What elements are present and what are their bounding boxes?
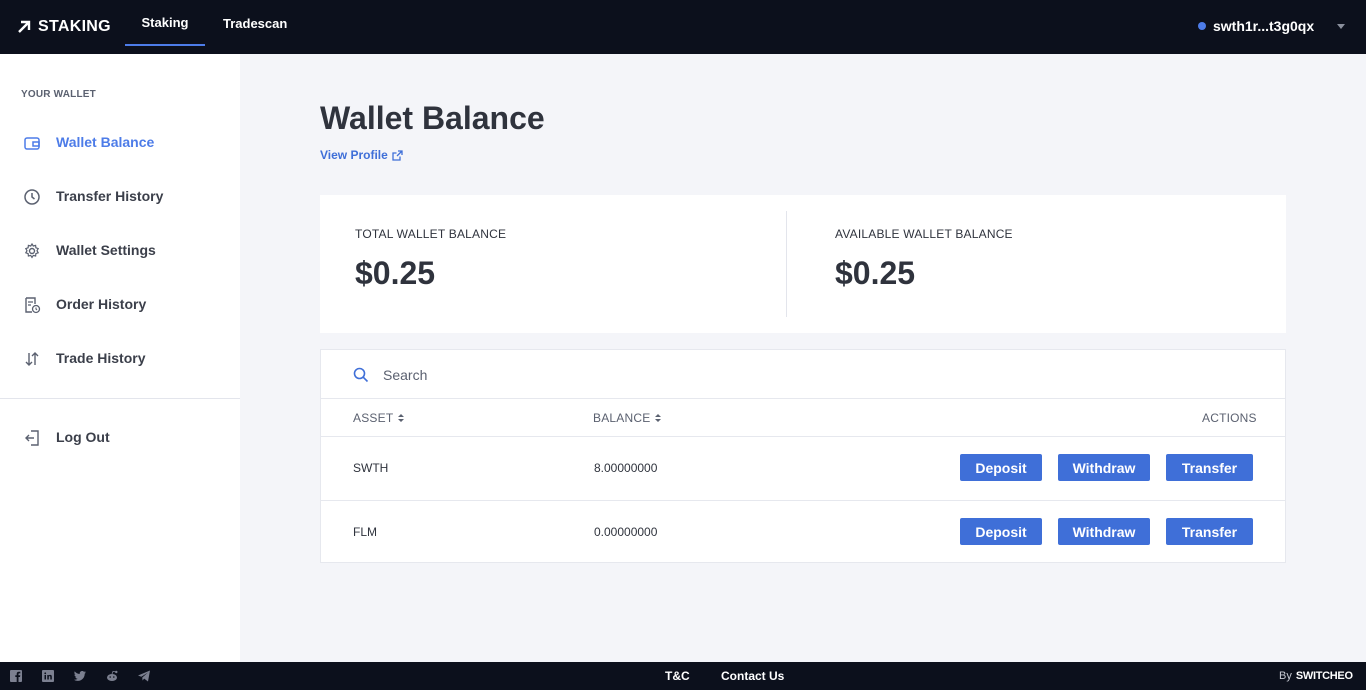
linkedin-icon[interactable]	[41, 669, 55, 683]
assets-table-card: ASSET BALANCE ACTIONS SWTH 8.00000000 De…	[320, 349, 1286, 563]
reddit-icon[interactable]	[105, 669, 119, 683]
deposit-button[interactable]: Deposit	[960, 518, 1042, 545]
table-row: FLM 0.00000000 Deposit Withdraw Transfer	[321, 500, 1285, 563]
column-header-balance[interactable]: BALANCE	[593, 411, 662, 425]
footer: T&C Contact Us By SWITCHEO	[0, 662, 1366, 690]
column-header-label: BALANCE	[593, 411, 651, 425]
sidebar-item-order-history[interactable]: Order History	[0, 284, 240, 324]
available-balance-label: AVAILABLE WALLET BALANCE	[835, 227, 1013, 241]
sidebar-item-label: Wallet Balance	[56, 134, 155, 150]
withdraw-button[interactable]: Withdraw	[1058, 518, 1150, 545]
arrow-up-right-icon	[18, 20, 31, 33]
sidebar-item-wallet-settings[interactable]: Wallet Settings	[0, 230, 240, 270]
withdraw-button[interactable]: Withdraw	[1058, 454, 1150, 481]
sidebar-item-wallet-balance[interactable]: Wallet Balance	[0, 122, 240, 162]
sort-icon	[398, 414, 405, 422]
transfer-button[interactable]: Transfer	[1166, 454, 1253, 481]
tab-tradescan[interactable]: Tradescan	[223, 0, 287, 46]
column-header-label: ACTIONS	[1202, 411, 1257, 425]
terms-link[interactable]: T&C	[665, 669, 690, 683]
total-balance-label: TOTAL WALLET BALANCE	[355, 227, 507, 241]
telegram-icon[interactable]	[137, 669, 151, 683]
balance-cell: 8.00000000	[594, 461, 658, 475]
search-input[interactable]	[383, 364, 983, 386]
balance-divider	[786, 211, 787, 317]
column-header-asset[interactable]: ASSET	[353, 411, 405, 425]
balance-summary-card: TOTAL WALLET BALANCE $0.25 AVAILABLE WAL…	[320, 195, 1286, 333]
connection-status-dot	[1198, 22, 1206, 30]
by-label: By	[1279, 670, 1292, 682]
table-header: ASSET BALANCE ACTIONS	[321, 399, 1285, 437]
top-navigation-bar: STAKING Staking Tradescan swth1r...t3g0q…	[0, 0, 1366, 54]
switcheo-logo[interactable]: SWITCHEO	[1296, 670, 1353, 682]
staking-logo[interactable]: STAKING	[16, 16, 111, 38]
logout-button[interactable]: Log Out	[0, 417, 240, 457]
column-header-actions: ACTIONS	[1202, 411, 1257, 425]
deposit-button[interactable]: Deposit	[960, 454, 1042, 481]
chevron-down-icon[interactable]	[1337, 24, 1345, 29]
sidebar-item-label: Wallet Settings	[56, 242, 156, 258]
tab-staking[interactable]: Staking	[125, 0, 205, 46]
table-row: SWTH 8.00000000 Deposit Withdraw Transfe…	[321, 437, 1285, 500]
search-bar	[321, 350, 1285, 399]
logout-label: Log Out	[56, 429, 110, 445]
view-profile-label: View Profile	[320, 148, 388, 162]
external-link-icon	[392, 149, 403, 161]
sidebar-item-label: Trade History	[56, 350, 146, 366]
wallet-icon	[24, 137, 40, 150]
sort-icon	[655, 414, 662, 422]
powered-by: By SWITCHEO	[1279, 670, 1353, 682]
wallet-address-menu[interactable]: swth1r...t3g0qx	[1198, 18, 1314, 34]
total-balance-value: $0.25	[355, 255, 436, 291]
sidebar-item-label: Order History	[56, 296, 147, 312]
clock-icon	[24, 189, 40, 205]
sidebar: YOUR WALLET Wallet Balance Transfer Hist…	[0, 54, 240, 662]
twitter-icon[interactable]	[73, 669, 87, 683]
logo-text: STAKING	[38, 18, 111, 35]
wallet-address-text: swth1r...t3g0qx	[1213, 18, 1315, 34]
asset-cell: FLM	[353, 525, 377, 539]
facebook-icon[interactable]	[9, 669, 23, 683]
view-profile-link[interactable]: View Profile	[320, 148, 403, 162]
swap-arrows-icon	[25, 352, 39, 366]
page-title: Wallet Balance	[320, 100, 545, 136]
logout-icon	[25, 430, 39, 446]
asset-cell: SWTH	[353, 461, 389, 475]
sidebar-item-label: Transfer History	[56, 188, 164, 204]
sidebar-item-transfer-history[interactable]: Transfer History	[0, 176, 240, 216]
sidebar-divider	[0, 398, 240, 399]
search-icon	[353, 367, 369, 383]
transfer-button[interactable]: Transfer	[1166, 518, 1253, 545]
contact-us-link[interactable]: Contact Us	[721, 669, 784, 683]
balance-cell: 0.00000000	[594, 525, 658, 539]
document-clock-icon	[25, 297, 41, 314]
available-balance-value: $0.25	[835, 255, 916, 291]
gear-icon	[24, 242, 40, 259]
sidebar-item-trade-history[interactable]: Trade History	[0, 338, 240, 378]
sidebar-heading: YOUR WALLET	[21, 89, 96, 100]
column-header-label: ASSET	[353, 411, 394, 425]
